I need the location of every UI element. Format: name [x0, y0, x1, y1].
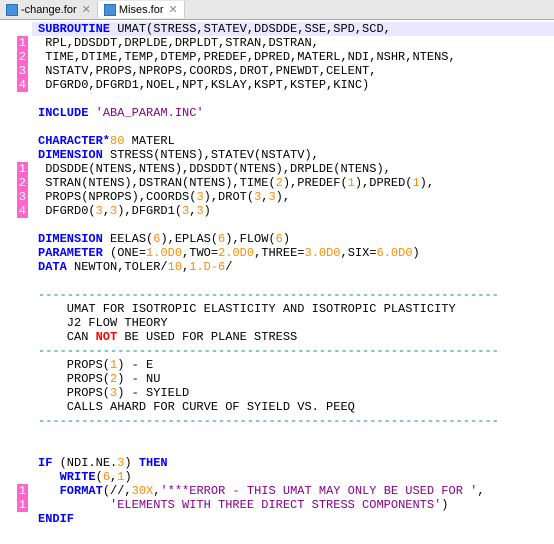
- tab-change[interactable]: -change.for ✕: [0, 1, 98, 18]
- tab-label: Mises.for: [119, 4, 164, 16]
- tab-mises[interactable]: Mises.for ✕: [98, 1, 185, 18]
- tab-bar: -change.for ✕ Mises.for ✕: [0, 0, 554, 20]
- code-editor[interactable]: SUBROUTINE UMAT(STRESS,STATEV,DDSDDE,SSE…: [0, 20, 554, 526]
- tab-label: -change.for: [21, 4, 77, 16]
- close-icon[interactable]: ✕: [169, 3, 178, 16]
- file-icon: [6, 4, 18, 16]
- file-icon: [104, 4, 116, 16]
- close-icon[interactable]: ✕: [82, 3, 91, 16]
